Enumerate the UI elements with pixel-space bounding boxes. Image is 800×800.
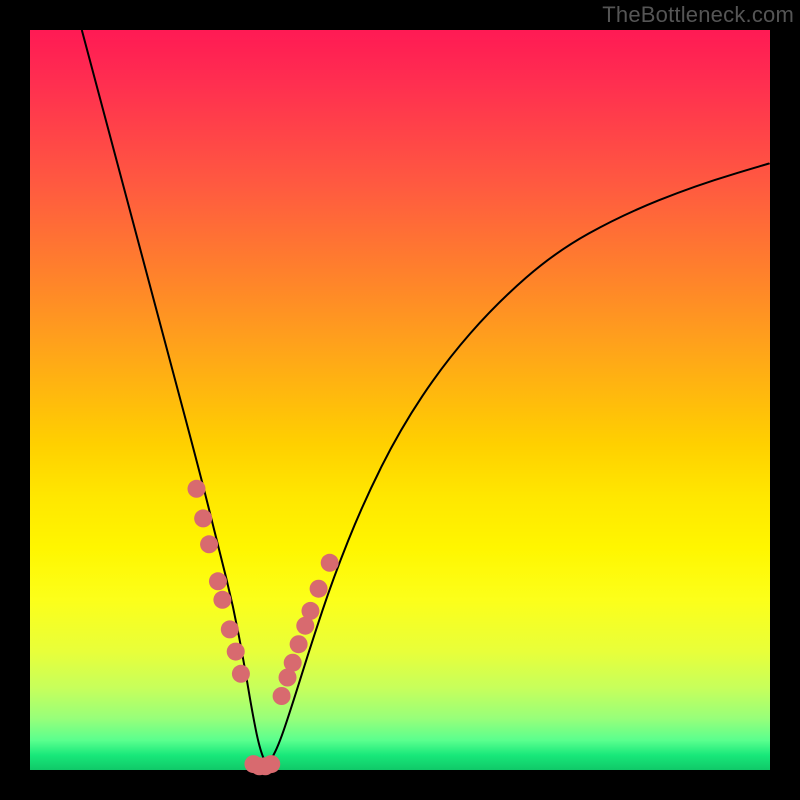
data-dot bbox=[200, 535, 218, 553]
data-dot bbox=[301, 602, 319, 620]
watermark-text: TheBottleneck.com bbox=[602, 2, 794, 28]
data-dot bbox=[284, 654, 302, 672]
data-dot bbox=[188, 480, 206, 498]
data-dot bbox=[321, 554, 339, 572]
bottleneck-curve bbox=[82, 30, 770, 762]
data-dot bbox=[213, 591, 231, 609]
chart-svg bbox=[30, 30, 770, 770]
data-dot bbox=[221, 620, 239, 638]
chart-frame bbox=[30, 30, 770, 770]
data-dot bbox=[194, 509, 212, 527]
data-dot bbox=[310, 580, 328, 598]
data-dot bbox=[232, 665, 250, 683]
data-dot bbox=[227, 643, 245, 661]
data-dot bbox=[273, 687, 291, 705]
data-dot bbox=[262, 755, 280, 773]
data-dot bbox=[290, 635, 308, 653]
data-dot bbox=[209, 572, 227, 590]
